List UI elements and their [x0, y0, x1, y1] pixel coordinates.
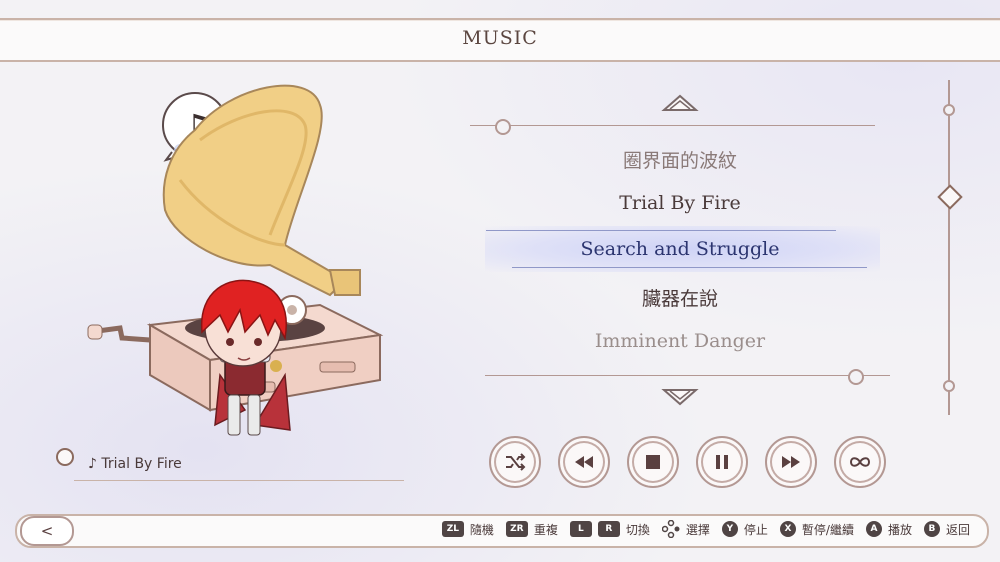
shuffle-icon — [506, 453, 526, 471]
pause-icon — [716, 455, 728, 469]
note-icon: ♪ — [88, 456, 97, 472]
music-list-item-selected[interactable]: Search and Struggle — [480, 238, 880, 260]
now-playing: ♪ Trial By Fire — [88, 456, 182, 472]
infinity-icon — [849, 457, 871, 467]
hint-play-label: 播放 — [887, 522, 912, 537]
stop-button[interactable] — [627, 436, 679, 488]
hint-shuffle-label: 隨機 — [469, 522, 494, 537]
now-playing-dot — [56, 448, 74, 466]
music-list-item[interactable]: Trial By Fire — [480, 192, 880, 214]
music-list-item[interactable]: 臟器在說 — [480, 284, 880, 311]
zl-key-icon: ZL — [441, 521, 464, 537]
button-hints: ZL 隨機 ZR 重複 L R 切換 選擇 Y 停止 X 暫停/繼續 A 播放 … — [441, 520, 970, 538]
selection-bottom-line — [512, 267, 867, 268]
hint-repeat-label: 重複 — [533, 522, 558, 537]
b-key-icon: B — [923, 521, 940, 537]
scrollbar-track[interactable] — [948, 80, 950, 415]
fast-forward-button[interactable] — [765, 436, 817, 488]
list-top-ornament — [495, 119, 511, 135]
r-key-icon: R — [597, 521, 620, 537]
now-playing-title: Trial By Fire — [101, 456, 182, 472]
y-key-icon: Y — [721, 521, 738, 537]
page-title: MUSIC — [462, 27, 538, 49]
music-list-item[interactable]: Imminent Danger — [480, 330, 880, 352]
hint-back-label: 返回 — [945, 522, 970, 537]
dpad-icon — [661, 520, 680, 538]
l-key-icon: L — [569, 521, 592, 537]
back-arrow-icon: < — [40, 522, 54, 540]
a-key-icon: A — [865, 521, 882, 537]
scrollbar-top-cap — [943, 104, 955, 116]
loop-button[interactable] — [834, 436, 886, 488]
scrollbar-thumb[interactable] — [937, 184, 963, 210]
character-gramophone-illustration: ♫ — [87, 84, 384, 436]
shuffle-button[interactable] — [489, 436, 541, 488]
scroll-up-arrow[interactable] — [660, 92, 700, 118]
x-key-icon: X — [779, 521, 796, 537]
list-bottom-ornament — [848, 369, 864, 385]
rewind-button[interactable] — [558, 436, 610, 488]
pause-button[interactable] — [696, 436, 748, 488]
list-top-divider — [470, 125, 875, 126]
music-list-item[interactable]: 圈界面的波紋 — [480, 146, 880, 173]
hint-pause-label: 暫停/繼續 — [801, 522, 854, 537]
rewind-icon — [575, 456, 593, 468]
now-playing-line — [74, 480, 404, 481]
header-bar: MUSIC — [0, 18, 1000, 62]
hint-switch-label: 切換 — [625, 522, 650, 537]
hint-stop-label: 停止 — [743, 522, 768, 537]
scroll-down-arrow[interactable] — [660, 386, 700, 412]
hint-select-label: 選擇 — [685, 522, 710, 537]
fast-forward-icon — [782, 456, 800, 468]
zr-key-icon: ZR — [505, 521, 528, 537]
scrollbar-bottom-cap — [943, 380, 955, 392]
selection-top-line — [486, 230, 836, 231]
list-bottom-divider — [485, 375, 890, 376]
back-button[interactable]: < — [20, 516, 74, 546]
stop-icon — [646, 455, 660, 469]
